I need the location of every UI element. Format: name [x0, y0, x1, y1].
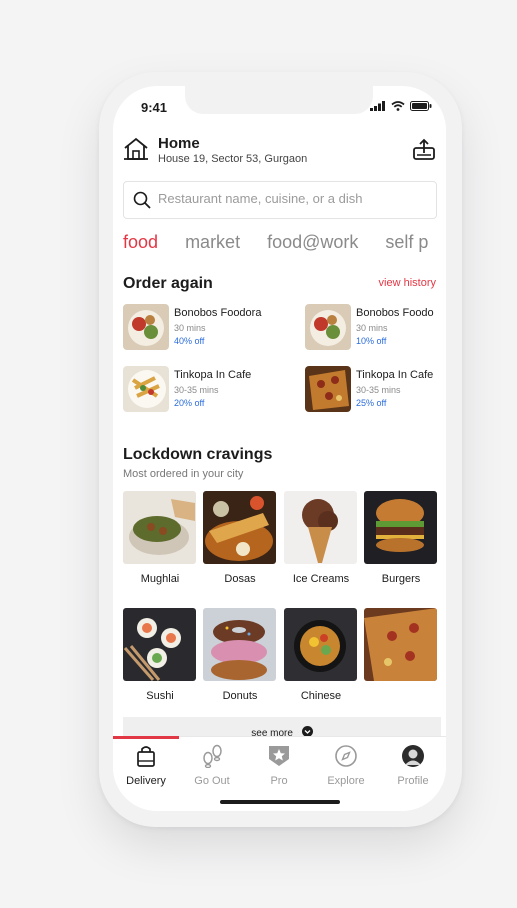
tab-self-pickup[interactable]: self p: [385, 232, 428, 252]
nav-pro[interactable]: Pro: [246, 737, 312, 797]
battery-icon: [410, 101, 432, 111]
restaurant-name: Tinkopa In Cafe: [174, 369, 252, 381]
search-icon: [133, 191, 151, 209]
status-icons: [370, 101, 432, 111]
restaurant-name: Bonobos Foodo: [356, 307, 434, 319]
share-icon[interactable]: [412, 138, 436, 162]
order-card-4[interactable]: Tinkopa In Cafe 30-35 mins 25% off: [305, 366, 446, 414]
search-bar[interactable]: [123, 181, 437, 219]
offer-badge: 10% off: [356, 336, 387, 346]
cuisine-tile-sushi[interactable]: [123, 608, 196, 681]
cuisine-label: Dosas: [224, 573, 256, 585]
restaurant-name: Bonobos Foodora: [174, 307, 262, 319]
restaurant-thumbnail: [123, 366, 169, 412]
signal-icon: [370, 101, 385, 111]
restaurant-name: Tinkopa In Cafe: [356, 369, 434, 381]
tab-food[interactable]: food: [123, 232, 158, 252]
cuisine-label: Chinese: [300, 690, 342, 702]
delivery-time: 30 mins: [356, 323, 388, 333]
compass-icon: [335, 745, 357, 767]
order-card-3[interactable]: Tinkopa In Cafe 30-35 mins 20% off: [123, 366, 288, 414]
nav-label: Explore: [327, 775, 365, 787]
home-indicator: [220, 800, 340, 804]
view-history-link[interactable]: view history: [379, 277, 436, 289]
location-address[interactable]: House 19, Sector 53, Gurgaon: [158, 153, 307, 165]
cuisine-tile-chinese[interactable]: [284, 608, 357, 681]
tab-food-at-work[interactable]: food@work: [267, 232, 358, 252]
restaurant-thumbnail: [305, 304, 351, 350]
category-tabs: food market food@work self p: [123, 232, 446, 253]
cuisine-tile-mughlai[interactable]: [123, 491, 196, 564]
nav-profile[interactable]: Profile: [380, 737, 446, 797]
nav-go-out[interactable]: Go Out: [179, 737, 245, 797]
search-input[interactable]: [158, 191, 428, 206]
nav-delivery[interactable]: Delivery: [113, 737, 179, 797]
cravings-subtitle: Most ordered in your city: [123, 468, 244, 480]
cuisine-tile-donuts[interactable]: [203, 608, 276, 681]
cuisine-tile-dosas[interactable]: [203, 491, 276, 564]
shopping-bag-icon: [137, 746, 155, 767]
offer-badge: 20% off: [174, 398, 205, 408]
wifi-icon: [391, 101, 405, 111]
delivery-time: 30-35 mins: [174, 385, 219, 395]
nav-label: Pro: [270, 775, 288, 787]
cravings-title: Lockdown cravings: [123, 446, 273, 463]
delivery-time: 30 mins: [174, 323, 206, 333]
nav-label: Profile: [397, 775, 429, 787]
restaurant-thumbnail: [305, 366, 351, 412]
notch: [185, 86, 373, 114]
nav-label: Delivery: [126, 775, 166, 787]
offer-badge: 40% off: [174, 336, 205, 346]
app-screen: 9:41 Home House 19, Sector 53, Gurgaon R…: [113, 86, 446, 811]
location-title[interactable]: Home: [158, 135, 200, 152]
delivery-time: 30-35 mins: [356, 385, 401, 395]
footprints-icon: [203, 744, 222, 768]
offer-badge: 25% off: [356, 398, 387, 408]
nav-label: Go Out: [194, 775, 230, 787]
status-time: 9:41: [141, 100, 168, 115]
order-card-1[interactable]: Bonobos Foodora 30 mins 40% off: [123, 304, 288, 352]
cuisine-label: Mughlai: [140, 573, 180, 585]
cuisine-tile-burgers[interactable]: [364, 491, 437, 564]
tab-market[interactable]: market: [185, 232, 240, 252]
pro-badge-icon: [269, 746, 289, 766]
avatar-icon: [402, 745, 424, 767]
cuisine-label: Sushi: [146, 690, 174, 702]
cuisine-tile-pizza[interactable]: [364, 608, 437, 681]
nav-explore[interactable]: Explore: [313, 737, 379, 797]
order-again-title: Order again: [123, 275, 213, 292]
home-icon[interactable]: [123, 136, 149, 162]
restaurant-thumbnail: [123, 304, 169, 350]
cuisine-label: Donuts: [222, 690, 258, 702]
cuisine-tile-ice-creams[interactable]: [284, 491, 357, 564]
cuisine-label: Burgers: [381, 573, 421, 585]
order-card-2[interactable]: Bonobos Foodo 30 mins 10% off: [305, 304, 446, 352]
cuisine-label: Ice Creams: [292, 573, 350, 585]
